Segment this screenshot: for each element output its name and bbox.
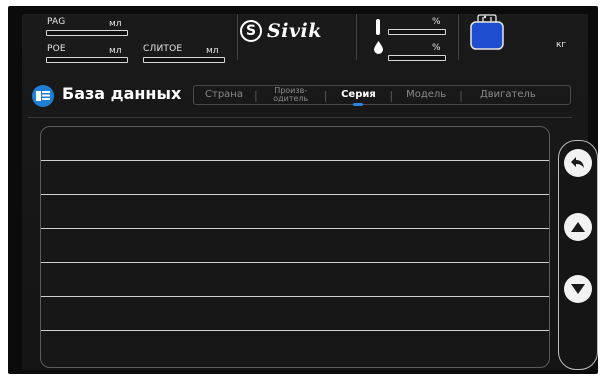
divider	[458, 14, 459, 60]
poe-label: POE	[47, 44, 66, 54]
divider	[237, 14, 238, 60]
brand-name: Sivik	[267, 20, 322, 42]
drain-label: СЛИТОЕ	[143, 44, 183, 54]
list-item[interactable]	[41, 127, 549, 161]
header-divider	[28, 117, 572, 118]
droplet-icon	[374, 41, 383, 54]
temp-unit: %	[432, 17, 441, 27]
series-list[interactable]	[40, 126, 550, 368]
pag-label: PAG	[47, 17, 66, 27]
list-item[interactable]	[41, 263, 549, 297]
drain-level-bar	[143, 57, 225, 63]
brand-logo: S Sivik	[240, 20, 322, 42]
refrigerant-tank-icon	[470, 14, 504, 50]
side-button-panel	[558, 140, 598, 370]
brand-mark-icon: S	[240, 20, 262, 42]
weight-unit: кг	[556, 40, 567, 50]
back-icon	[571, 157, 584, 168]
page-title: База данных	[62, 84, 182, 103]
humidity-unit: %	[432, 43, 441, 53]
list-item[interactable]	[41, 161, 549, 195]
pag-level-bar	[46, 30, 128, 36]
tab-model[interactable]: Модель	[393, 90, 459, 100]
scroll-up-button[interactable]	[564, 213, 592, 241]
tab-bar: Страна | Произв-одитель | Серия | Модель…	[193, 85, 571, 106]
tab-manufacturer[interactable]: Произв-одитель	[258, 87, 324, 103]
drain-unit: мл	[206, 46, 219, 56]
list-item[interactable]	[41, 229, 549, 263]
tab-engine[interactable]: Двигатель	[463, 90, 553, 100]
humidity-level-bar	[388, 55, 446, 61]
pag-unit: мл	[109, 19, 122, 29]
divider	[356, 14, 357, 60]
arrow-up-icon	[571, 222, 585, 232]
poe-level-bar	[46, 57, 128, 63]
temp-level-bar	[388, 29, 446, 35]
thermometer-icon	[376, 19, 380, 35]
back-button[interactable]	[564, 149, 592, 177]
arrow-down-icon	[571, 284, 585, 294]
tab-country[interactable]: Страна	[194, 90, 254, 100]
list-item[interactable]	[41, 195, 549, 229]
poe-unit: мл	[109, 46, 122, 56]
scroll-down-button[interactable]	[564, 275, 592, 303]
tab-series[interactable]: Серия	[327, 90, 389, 106]
list-item[interactable]	[41, 331, 549, 365]
list-item[interactable]	[41, 297, 549, 331]
database-icon	[32, 85, 54, 107]
